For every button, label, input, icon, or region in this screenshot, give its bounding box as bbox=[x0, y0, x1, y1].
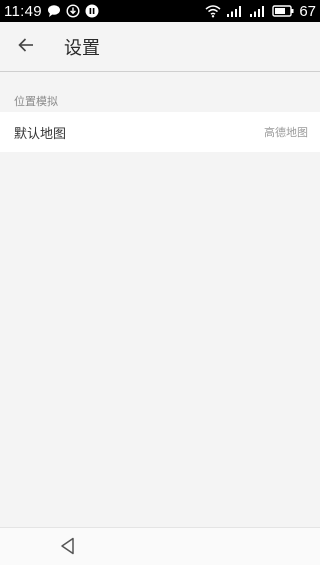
setting-row-default-map[interactable]: 默认地图 高德地图 bbox=[0, 112, 320, 152]
status-time: 11:49 bbox=[4, 2, 42, 20]
page-title: 设置 bbox=[64, 37, 100, 59]
arrow-left-icon bbox=[17, 36, 35, 58]
download-icon bbox=[66, 4, 80, 18]
signal-icon bbox=[249, 4, 267, 18]
triangle-back-icon bbox=[58, 536, 78, 560]
setting-value: 高德地图 bbox=[264, 126, 308, 139]
battery-percent: 67 bbox=[299, 2, 316, 20]
nav-back-button[interactable] bbox=[56, 536, 80, 560]
app-bar: 设置 bbox=[0, 22, 320, 72]
section-header-location-simulation: 位置模拟 bbox=[14, 95, 58, 108]
status-bar-right: 67 bbox=[205, 3, 316, 20]
wifi-icon bbox=[205, 4, 221, 18]
screen: 11:49 67 设置 位置模拟 默认地图 高德地图 bbox=[0, 0, 320, 565]
status-bar: 11:49 67 bbox=[0, 0, 320, 22]
status-bar-left: 11:49 bbox=[4, 3, 99, 20]
battery-icon bbox=[272, 4, 294, 18]
navigation-bar bbox=[0, 527, 320, 565]
chat-bubble-icon bbox=[47, 4, 61, 18]
setting-label: 默认地图 bbox=[14, 126, 67, 142]
pause-icon bbox=[85, 4, 99, 18]
back-button[interactable] bbox=[4, 25, 48, 69]
signal-icon bbox=[226, 4, 244, 18]
